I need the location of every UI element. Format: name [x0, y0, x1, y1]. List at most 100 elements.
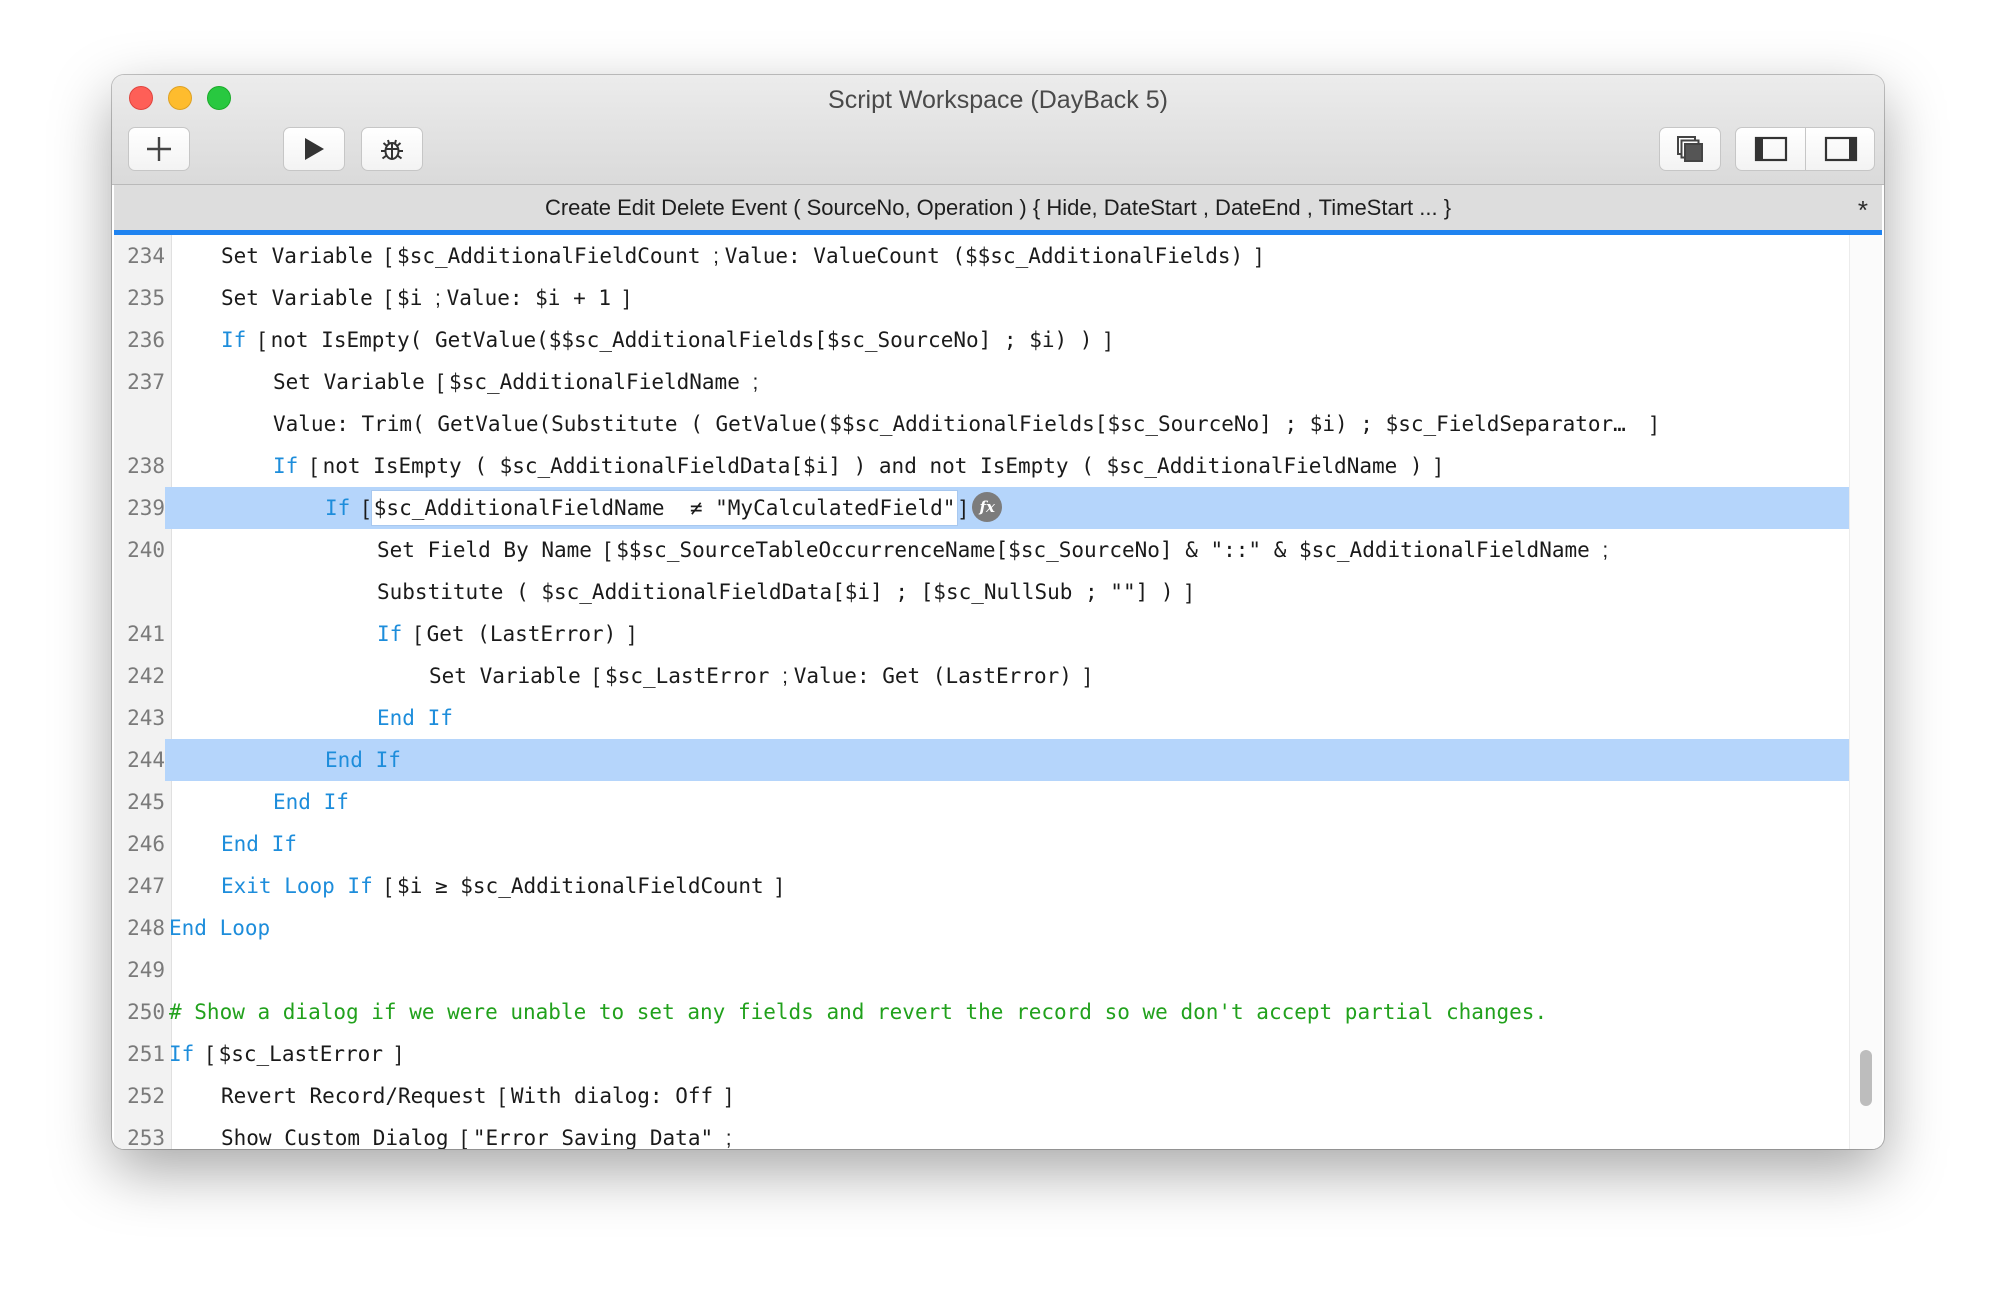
- script-step-line[interactable]: 250 # Show a dialog if we were unable to …: [114, 991, 1850, 1033]
- script-step-text: Value: Trim( GetValue(Substitute ( GetVa…: [273, 403, 1657, 446]
- script-step-line[interactable]: 239 If [$sc_AdditionalFieldName ≠ "MyCalc…: [114, 487, 1850, 529]
- window-arrange-button[interactable]: [1659, 127, 1721, 171]
- script-step-line[interactable]: 237 Set Variable [ $sc_AdditionalFieldNam…: [114, 361, 1850, 403]
- step-bracket: [: [310, 455, 323, 478]
- script-step-text: If [$sc_AdditionalFieldName ≠ "MyCalcula…: [325, 487, 1003, 530]
- line-number: 247: [127, 874, 165, 898]
- script-editor[interactable]: 234 Set Variable [ $sc_AdditionalFieldCou…: [114, 235, 1882, 1149]
- script-step-line[interactable]: 252 Revert Record/Request [ With dialog: …: [114, 1075, 1850, 1117]
- line-number: 246: [127, 832, 165, 856]
- script-step-text: If [ not IsEmpty ( $sc_AdditionalFieldDa…: [273, 445, 1441, 488]
- script-step-line[interactable]: 246 End If: [114, 823, 1850, 865]
- show-right-sidebar-button[interactable]: [1806, 128, 1875, 170]
- script-step-text: Set Variable [ $i ; Value: $i + 1 ]: [221, 277, 630, 320]
- script-step-line[interactable]: 245 End If: [114, 781, 1850, 823]
- right-sidebar-icon: [1824, 136, 1857, 162]
- script-step-line[interactable]: 238 If [ not IsEmpty ( $sc_AdditionalFiel…: [114, 445, 1850, 487]
- step-text: Value: Get (LastError): [793, 664, 1085, 688]
- sidebar-toggle-group: [1735, 127, 1875, 171]
- script-step-line[interactable]: 243 End If: [114, 697, 1850, 739]
- step-text: "Error Saving Data": [472, 1126, 726, 1149]
- script-keyword: If: [221, 328, 259, 352]
- line-number: 239: [114, 487, 165, 529]
- line-number: 236: [127, 328, 165, 352]
- step-bracket: [: [362, 497, 369, 520]
- step-bracket: ]: [623, 287, 630, 310]
- step-bracket: ]: [395, 1043, 402, 1066]
- script-step-line[interactable]: 251 If [ $sc_LastError ]: [114, 1033, 1850, 1075]
- line-number: 238: [127, 454, 165, 478]
- line-number: 245: [127, 790, 165, 814]
- script-step-text: Set Variable [ $sc_AdditionalFieldCount …: [221, 235, 1262, 278]
- step-text: Set Variable: [273, 370, 438, 394]
- script-step-line[interactable]: Substitute ( $sc_AdditionalFieldData[$i]…: [114, 571, 1850, 613]
- line-number: 240: [127, 538, 165, 562]
- vertical-scrollbar[interactable]: [1849, 235, 1882, 1149]
- script-keyword: End If: [325, 748, 401, 772]
- step-text: Set Variable: [429, 664, 594, 688]
- step-bracket: [: [414, 623, 427, 646]
- step-text: Value: $i + 1: [446, 286, 624, 310]
- script-step-line[interactable]: 253 Show Custom Dialog [ "Error Saving Da…: [114, 1117, 1850, 1149]
- step-text: With dialog: Off: [510, 1084, 726, 1108]
- script-step-line[interactable]: 247 Exit Loop If [ $i ≥ $sc_AdditionalFie…: [114, 865, 1850, 907]
- script-step-line[interactable]: 244 End If: [114, 739, 1850, 781]
- script-step-line[interactable]: 234 Set Variable [ $sc_AdditionalFieldCou…: [114, 235, 1850, 277]
- script-step-text: If [ Get (LastError) ]: [377, 613, 635, 656]
- script-step-line[interactable]: 235 Set Variable [ $i ; Value: $i + 1 ]: [114, 277, 1850, 319]
- step-text: $sc_LastError: [218, 1042, 396, 1066]
- inline-calculation-field[interactable]: $sc_AdditionalFieldName ≠ "MyCalculatedF…: [370, 490, 959, 526]
- step-bracket: ]: [1084, 665, 1091, 688]
- step-bracket: ;: [782, 665, 794, 688]
- show-left-sidebar-button[interactable]: [1736, 128, 1805, 170]
- step-bracket: [: [258, 329, 271, 352]
- step-bracket: [: [385, 875, 398, 898]
- script-workspace-window: Script Workspace (DayBack 5) Create Edit…: [112, 75, 1884, 1149]
- plus-icon: [147, 137, 171, 161]
- step-text: $sc_AdditionalFieldCount: [397, 244, 714, 268]
- step-text: Set Field By Name: [377, 538, 605, 562]
- line-number: 234: [127, 244, 165, 268]
- script-step-text: Exit Loop If [ $i ≥ $sc_AdditionalFieldC…: [221, 865, 782, 908]
- step-bracket: ]: [725, 1085, 732, 1108]
- script-step-line[interactable]: 236 If [ not IsEmpty( GetValue($$sc_Addit…: [114, 319, 1850, 361]
- line-number: 251: [127, 1042, 165, 1066]
- debug-script-button[interactable]: [361, 127, 423, 171]
- script-step-text: End If: [377, 697, 453, 739]
- script-step-line[interactable]: 240 Set Field By Name [ $$sc_SourceTableO…: [114, 529, 1850, 571]
- script-keyword: If: [325, 496, 363, 520]
- step-bracket: ]: [776, 875, 783, 898]
- stacked-windows-icon: [1677, 136, 1703, 162]
- script-step-text: If [ not IsEmpty( GetValue($$sc_Addition…: [221, 319, 1111, 362]
- run-script-button[interactable]: [283, 127, 345, 171]
- step-text: Value: Trim( GetValue(Substitute ( GetVa…: [273, 412, 1652, 436]
- script-step-line[interactable]: 248 End Loop: [114, 907, 1850, 949]
- script-step-text: Revert Record/Request [ With dialog: Off…: [221, 1075, 732, 1118]
- script-step-line[interactable]: 241 If [ Get (LastError) ]: [114, 613, 1850, 655]
- step-bracket: [: [437, 371, 450, 394]
- step-bracket: ;: [1602, 539, 1609, 562]
- line-number: 241: [127, 622, 165, 646]
- script-step-line[interactable]: Value: Trim( GetValue(Substitute ( GetVa…: [114, 403, 1850, 445]
- modified-indicator: *: [1857, 195, 1868, 225]
- script-step-line[interactable]: 242 Set Variable [ $sc_LastError ; Value:…: [114, 655, 1850, 697]
- script-step-line[interactable]: 249: [114, 949, 1850, 991]
- new-script-button[interactable]: [128, 127, 190, 171]
- script-keyword: If: [377, 622, 415, 646]
- script-keyword: Exit Loop If: [221, 874, 386, 898]
- step-bracket: [: [385, 245, 398, 268]
- step-text: $$sc_SourceTableOccurrenceName[$sc_Sourc…: [616, 538, 1603, 562]
- step-bracket: ]: [1186, 581, 1192, 604]
- script-tab[interactable]: Create Edit Delete Event ( SourceNo, Ope…: [114, 185, 1882, 235]
- scrollbar-thumb[interactable]: [1860, 1050, 1872, 1106]
- step-bracket: [: [461, 1127, 473, 1149]
- step-text: Get (LastError): [426, 622, 629, 646]
- step-bracket: [: [593, 665, 606, 688]
- step-text: Set Variable: [221, 244, 386, 268]
- step-text: $i: [397, 286, 435, 310]
- fx-calculation-icon[interactable]: fx: [972, 492, 1003, 522]
- step-bracket: ;: [752, 371, 759, 394]
- script-tab-title: Create Edit Delete Event ( SourceNo, Ope…: [544, 195, 1452, 220]
- script-keyword: End Loop: [169, 916, 271, 940]
- line-number: 244: [114, 739, 165, 781]
